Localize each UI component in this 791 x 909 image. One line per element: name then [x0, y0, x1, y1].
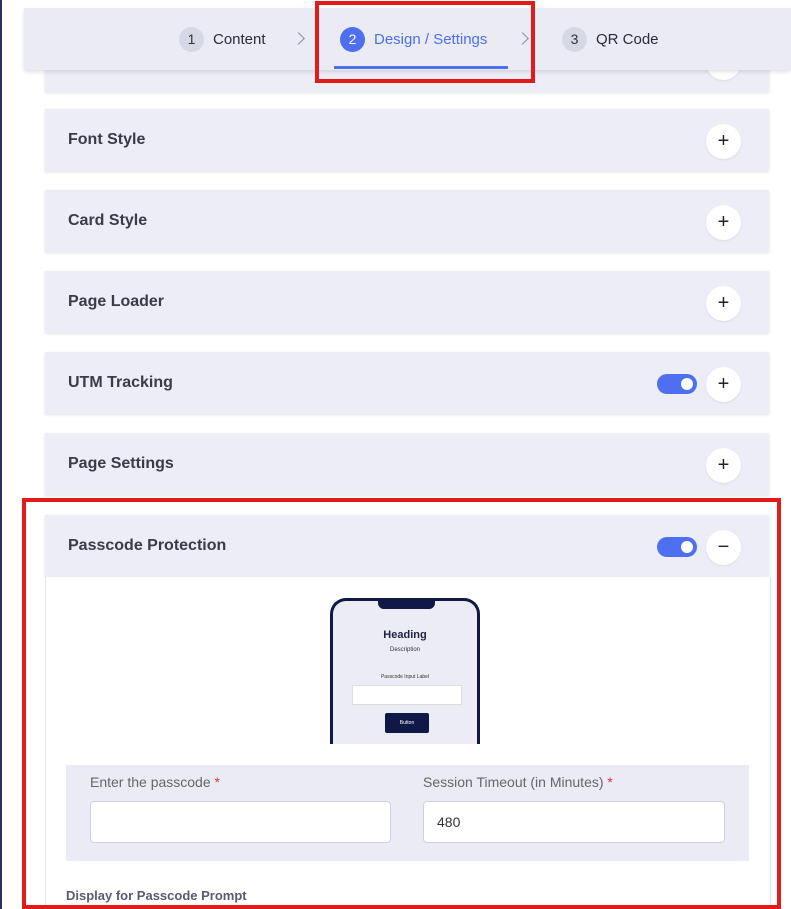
panel-page-loader[interactable]: Page Loader + — [45, 271, 769, 333]
panel-font-style[interactable]: Font Style + — [45, 109, 769, 171]
required-asterisk: * — [607, 774, 613, 790]
step-number: 3 — [562, 26, 587, 52]
passcode-label: Enter the passcode * — [90, 774, 220, 790]
preview-description: Description — [389, 647, 420, 653]
plus-icon[interactable]: + — [706, 205, 741, 240]
chevron-right-icon — [292, 32, 305, 45]
panel-utm-tracking[interactable]: UTM Tracking + — [45, 352, 769, 414]
step-label: Content — [213, 30, 266, 48]
panel-card-style[interactable]: Card Style + — [45, 190, 769, 252]
plus-icon[interactable]: + — [706, 124, 741, 159]
passcode-form: Enter the passcode * Session Timeout (in… — [66, 765, 749, 861]
timeout-label-text: Session Timeout (in Minutes) — [423, 774, 604, 790]
minus-icon[interactable]: − — [706, 530, 741, 565]
step-number: 1 — [179, 26, 204, 52]
panel-title: Card Style — [68, 212, 148, 229]
step-design-settings[interactable]: 2 Design / Settings — [340, 8, 487, 70]
timeout-label: Session Timeout (in Minutes) * — [423, 774, 613, 790]
panel-title: Passcode Protection — [68, 537, 227, 554]
utm-tracking-toggle[interactable] — [657, 374, 697, 394]
passcode-protection-toggle[interactable] — [657, 537, 697, 557]
panel-title: Page Loader — [68, 293, 165, 310]
preview-button: Button — [385, 713, 429, 733]
session-timeout-input[interactable] — [423, 801, 725, 843]
passcode-label-text: Enter the passcode — [90, 774, 211, 790]
left-border — [0, 0, 2, 909]
passcode-input[interactable] — [90, 801, 391, 843]
phone-preview: Heading Description Passcode Input Label… — [330, 598, 480, 744]
plus-icon[interactable]: + — [706, 367, 741, 402]
preview-input-label: Passcode Input Label — [380, 674, 430, 680]
chevron-right-icon — [516, 32, 529, 45]
preview-heading: Heading — [383, 629, 427, 641]
stepper-header: 1 Content 2 Design / Settings 3 QR Code — [24, 8, 791, 70]
plus-icon[interactable]: + — [706, 286, 741, 321]
panel-page-settings[interactable]: Page Settings + — [45, 433, 769, 495]
panel-passcode-protection[interactable]: Passcode Protection − — [45, 515, 769, 577]
step-qr-code[interactable]: 3 QR Code — [562, 8, 659, 70]
step-label: QR Code — [596, 30, 659, 48]
required-asterisk: * — [214, 774, 220, 790]
display-section-label: Display for Passcode Prompt — [66, 888, 247, 903]
step-content[interactable]: 1 Content — [179, 8, 266, 70]
panel-title: Font Style — [68, 131, 146, 148]
active-step-underline — [334, 66, 508, 69]
phone-notch — [378, 601, 435, 609]
step-number: 2 — [340, 26, 365, 52]
preview-input — [352, 685, 462, 705]
step-label: Design / Settings — [374, 30, 488, 48]
panel-title: UTM Tracking — [68, 374, 173, 391]
plus-icon[interactable]: + — [706, 448, 741, 483]
panel-title: Page Settings — [68, 455, 174, 472]
